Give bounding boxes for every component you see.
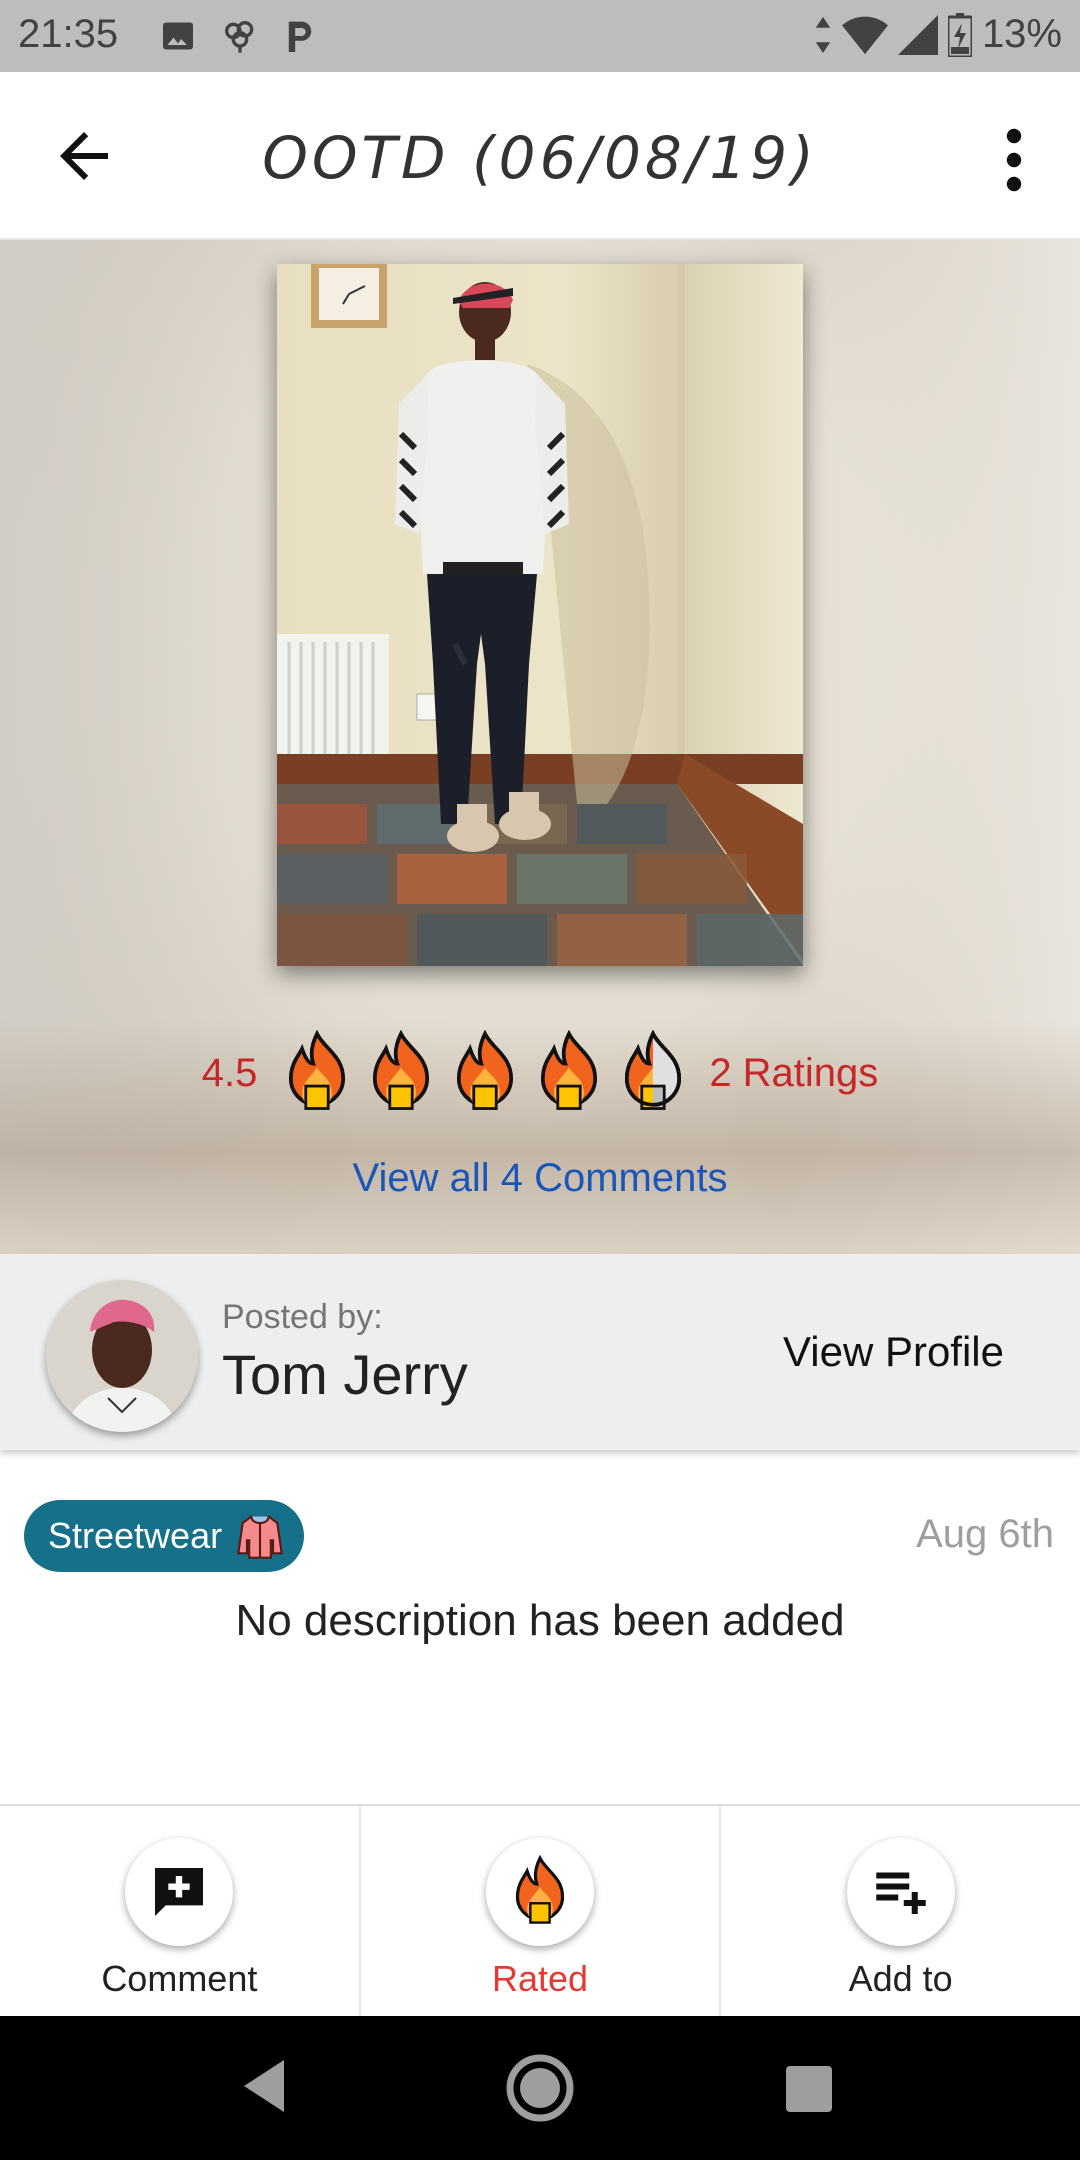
poster-card: Posted by: Tom Jerry View Profile [0,1254,1080,1450]
status-bar: 21:35 13% [0,0,1080,72]
avatar-image [46,1280,198,1432]
signal-icon [897,14,938,55]
data-arrows-icon [815,16,831,53]
jacket-icon [237,1515,283,1559]
nav-recents-icon[interactable] [786,2066,832,2112]
rated-label: Rated [491,1958,589,1999]
battery-charging-icon [947,12,972,57]
post-description: No description has been added [235,1596,845,1645]
action-bar: Comment Rated Add to [0,1804,1080,2016]
playlist-add-icon [875,1872,926,1914]
rate-button-circle[interactable] [486,1838,594,1946]
outfit-photo[interactable] [277,264,803,966]
nav-home-icon[interactable] [504,2052,576,2124]
post-date: Aug 6th [916,1512,1054,1556]
view-profile-button[interactable]: View Profile [783,1328,1004,1376]
avatar[interactable] [46,1280,198,1432]
wifi-icon [841,16,888,54]
more-options-button[interactable] [996,124,1032,196]
category-chip[interactable]: Streetwear [24,1500,305,1572]
comment-label: Comment [101,1958,258,1999]
status-time: 21:35 [18,12,119,56]
add-to-button-circle[interactable] [846,1838,955,1946]
flame-icon [515,1855,565,1924]
poster-name[interactable]: Tom Jerry [222,1342,468,1407]
brain-icon [225,21,254,53]
view-comments-link[interactable]: View all 4 Comments [0,1156,1080,1201]
comment-button[interactable]: Comment [0,1806,361,2016]
add-to-button[interactable]: Add to [721,1806,1080,2016]
system-nav-bar [0,2016,1080,2160]
notification-icons [160,16,316,56]
battery-percent: 13% [981,12,1062,56]
image-icon [163,22,193,50]
rating-count[interactable]: 2 Ratings [709,1051,878,1096]
rating-value: 4.5 [201,1050,258,1095]
nav-back-icon[interactable] [240,2056,288,2116]
category-label: Streetwear [48,1515,223,1556]
flame-icon [457,1030,514,1110]
more-vert-icon [1006,128,1022,192]
posted-by-label: Posted by: [222,1298,383,1336]
flame-icon [373,1030,430,1110]
rate-button[interactable]: Rated [361,1806,722,2016]
flame-icon [541,1030,598,1110]
post-hero: 4.5 2 Ratings View all 4 Comments [0,240,1080,1254]
app-bar: OOTD (06/08/19) [0,72,1080,240]
add-comment-icon [155,1868,204,1916]
status-right: 13% [814,12,1062,57]
comment-button-circle[interactable] [125,1838,234,1946]
flame-icon [289,1030,346,1110]
page-title: OOTD (06/08/19) [262,124,818,192]
rating-row[interactable]: 4.5 2 Ratings [0,1030,1080,1116]
add-to-label: Add to [848,1958,953,1999]
half-flame-icon [625,1030,682,1110]
parking-icon [288,21,312,52]
outfit-photo-illustration [277,264,803,966]
